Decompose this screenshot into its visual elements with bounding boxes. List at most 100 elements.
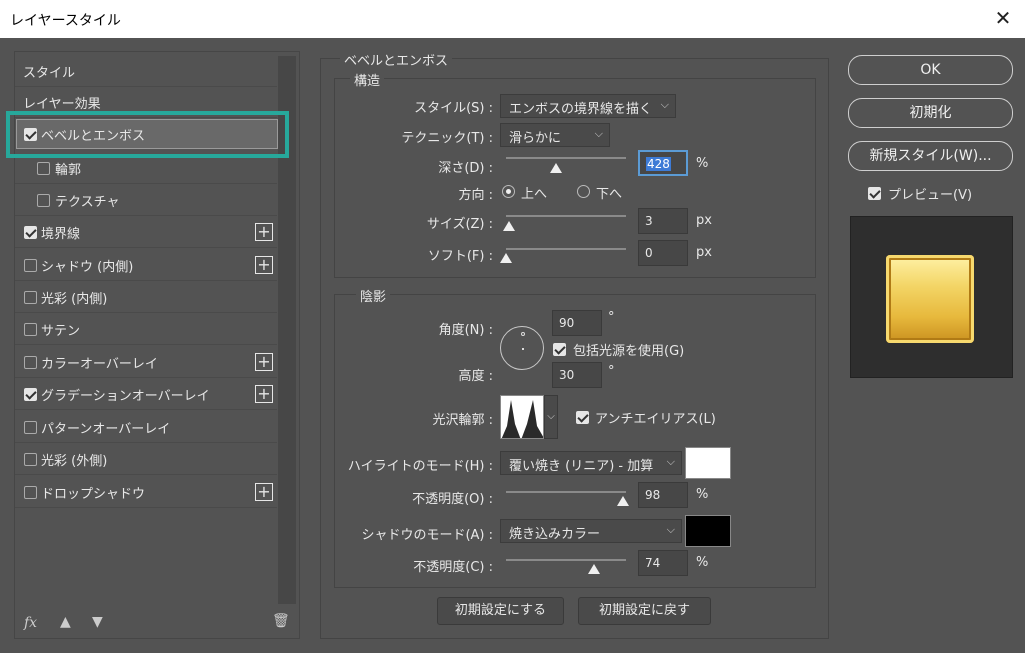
angle-dial-center bbox=[522, 348, 524, 350]
style-select[interactable]: エンボスの境界線を描く ⌵ bbox=[500, 94, 676, 118]
size-input[interactable]: 3 bbox=[638, 208, 688, 234]
shadow-opacity-input[interactable]: 74 bbox=[638, 550, 688, 576]
style-item-label: ベベルとエンボス bbox=[41, 129, 146, 144]
outer-glow-checkbox[interactable] bbox=[24, 453, 37, 466]
style-item-label: グラデーションオーバーレイ bbox=[41, 389, 210, 404]
bevel-checkbox[interactable] bbox=[24, 128, 37, 141]
style-item-texture[interactable]: テクスチャ bbox=[15, 184, 277, 216]
highlight-opacity-input[interactable]: 98 bbox=[638, 482, 688, 508]
reset-default-button[interactable]: 初期設定に戻す bbox=[578, 597, 711, 625]
anti-alias-checkbox[interactable] bbox=[576, 411, 589, 424]
direction-up-label: 上へ bbox=[521, 187, 548, 202]
soften-slider[interactable] bbox=[506, 248, 626, 250]
inner-shadow-checkbox[interactable] bbox=[24, 259, 37, 272]
global-light-checkbox[interactable] bbox=[553, 343, 566, 356]
depth-input[interactable]: 428 bbox=[638, 150, 688, 176]
anti-alias-label: アンチエイリアス(L) bbox=[595, 412, 716, 427]
contour-checkbox[interactable] bbox=[37, 162, 50, 175]
preview-checkbox[interactable] bbox=[868, 187, 881, 200]
stroke-checkbox[interactable] bbox=[24, 226, 37, 239]
altitude-input[interactable]: 30 bbox=[552, 362, 602, 388]
add-icon[interactable]: + bbox=[255, 353, 273, 371]
soften-label: ソフト(F) : bbox=[427, 249, 493, 264]
highlight-opacity-slider[interactable] bbox=[506, 491, 626, 493]
preview-label: プレビュー(V) bbox=[888, 188, 973, 203]
drop-shadow-checkbox[interactable] bbox=[24, 486, 37, 499]
gloss-contour-label: 光沢輪郭 : bbox=[432, 413, 493, 428]
style-item-satin[interactable]: サテン bbox=[15, 313, 277, 345]
style-item-label: パターンオーバーレイ bbox=[41, 422, 171, 437]
gloss-contour-dropdown-icon[interactable]: ⌵ bbox=[544, 395, 558, 439]
style-item-label: 境界線 bbox=[41, 227, 81, 242]
shadow-opacity-slider[interactable] bbox=[506, 559, 626, 561]
depth-label: 深さ(D) : bbox=[438, 161, 493, 176]
depth-slider[interactable] bbox=[506, 157, 626, 159]
color-overlay-checkbox[interactable] bbox=[24, 356, 37, 369]
add-icon[interactable]: + bbox=[255, 385, 273, 403]
style-item-gradient-overlay[interactable]: グラデーションオーバーレイ + bbox=[15, 378, 277, 410]
angle-input[interactable]: 90 bbox=[552, 310, 602, 336]
shadow-opacity-unit: % bbox=[696, 555, 709, 570]
direction-down-radio[interactable] bbox=[577, 185, 590, 198]
depth-value: 428 bbox=[646, 157, 671, 171]
angle-dial[interactable] bbox=[500, 326, 544, 370]
shadow-color-swatch[interactable] bbox=[685, 515, 731, 547]
angle-degree: ° bbox=[608, 310, 615, 325]
inner-glow-checkbox[interactable] bbox=[24, 291, 37, 304]
angle-label: 角度(N) : bbox=[438, 323, 493, 338]
style-item-drop-shadow[interactable]: ドロップシャドウ + bbox=[15, 476, 277, 508]
add-icon[interactable]: + bbox=[255, 483, 273, 501]
highlight-opacity-thumb[interactable] bbox=[617, 496, 629, 506]
style-item-outer-glow[interactable]: 光彩 (外側) bbox=[15, 443, 277, 475]
close-icon[interactable]: ✕ bbox=[991, 6, 1015, 30]
new-style-button[interactable]: 新規スタイル(W)... bbox=[848, 141, 1013, 171]
style-select-value: エンボスの境界線を描く bbox=[509, 102, 653, 117]
size-slider[interactable] bbox=[506, 215, 626, 217]
soften-input[interactable]: 0 bbox=[638, 240, 688, 266]
reset-button[interactable]: 初期化 bbox=[848, 98, 1013, 128]
effects-header-label: レイヤー効果 bbox=[23, 97, 101, 112]
trash-icon[interactable]: 🗑 bbox=[272, 613, 290, 629]
shadow-opacity-thumb[interactable] bbox=[588, 564, 600, 574]
style-item-stroke[interactable]: 境界線 + bbox=[15, 216, 277, 248]
style-item-inner-glow[interactable]: 光彩 (内側) bbox=[15, 281, 277, 313]
shading-group bbox=[334, 294, 816, 588]
structure-title: 構造 bbox=[350, 70, 385, 89]
chevron-down-icon: ⌵ bbox=[666, 455, 675, 468]
satin-checkbox[interactable] bbox=[24, 323, 37, 336]
texture-checkbox[interactable] bbox=[37, 194, 50, 207]
gradient-overlay-checkbox[interactable] bbox=[24, 388, 37, 401]
style-item-contour[interactable]: 輪郭 bbox=[15, 152, 277, 184]
highlight-mode-value: 覆い焼き (リニア) - 加算 bbox=[509, 459, 654, 474]
depth-slider-thumb[interactable] bbox=[550, 163, 562, 173]
add-icon[interactable]: + bbox=[255, 223, 273, 241]
add-icon[interactable]: + bbox=[255, 256, 273, 274]
styles-header[interactable]: スタイル bbox=[15, 55, 277, 87]
chevron-down-icon: ⌵ bbox=[660, 98, 669, 111]
pattern-overlay-checkbox[interactable] bbox=[24, 421, 37, 434]
style-item-bevel[interactable]: ベベルとエンボス bbox=[15, 118, 277, 150]
make-default-button[interactable]: 初期設定にする bbox=[437, 597, 564, 625]
shadow-mode-select[interactable]: 焼き込みカラー ⌵ bbox=[500, 519, 682, 543]
direction-up-radio[interactable] bbox=[502, 185, 515, 198]
style-item-inner-shadow[interactable]: シャドウ (内側) + bbox=[15, 249, 277, 281]
fx-icon[interactable]: fx bbox=[24, 615, 37, 631]
chevron-down-icon: ⌵ bbox=[594, 127, 603, 140]
style-item-label: カラーオーバーレイ bbox=[41, 357, 158, 372]
direction-down-label: 下へ bbox=[596, 187, 623, 202]
style-item-label: シャドウ (内側) bbox=[41, 260, 134, 275]
move-down-icon[interactable]: ▼ bbox=[92, 614, 103, 630]
move-up-icon[interactable]: ▲ bbox=[60, 614, 71, 630]
highlight-mode-select[interactable]: 覆い焼き (リニア) - 加算 ⌵ bbox=[500, 451, 682, 475]
gloss-contour-preview[interactable] bbox=[500, 395, 544, 439]
soften-unit: px bbox=[696, 245, 712, 260]
style-item-color-overlay[interactable]: カラーオーバーレイ + bbox=[15, 346, 277, 378]
soften-slider-thumb[interactable] bbox=[500, 253, 512, 263]
size-slider-thumb[interactable] bbox=[503, 221, 515, 231]
highlight-opacity-label: 不透明度(O) : bbox=[412, 492, 493, 507]
highlight-color-swatch[interactable] bbox=[685, 447, 731, 479]
style-item-pattern-overlay[interactable]: パターンオーバーレイ bbox=[15, 411, 277, 443]
shading-title: 陰影 bbox=[356, 286, 391, 305]
technique-select[interactable]: 滑らかに ⌵ bbox=[500, 123, 610, 147]
ok-button[interactable]: OK bbox=[848, 55, 1013, 85]
